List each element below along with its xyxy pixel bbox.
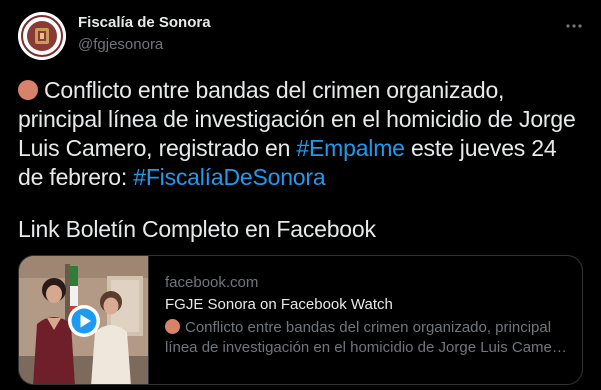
- tweet-text-segment: Conflicto entre bandas del crimen organi…: [44, 77, 505, 103]
- avatar[interactable]: [18, 12, 66, 60]
- link-preview-card[interactable]: facebook.com FGJE Sonora on Facebook Wat…: [18, 255, 583, 385]
- tweet: Fiscalía de Sonora @fgjesonora Conflicto…: [0, 0, 601, 390]
- tweet-text-line-3: Luis Camero, registrado en #Empalme este…: [18, 134, 588, 163]
- status-dot-icon: [18, 80, 38, 100]
- account-handle[interactable]: @fgjesonora: [78, 36, 163, 53]
- play-icon[interactable]: [67, 304, 101, 338]
- card-description: Conflicto entre bandas del crimen organi…: [165, 318, 571, 358]
- tweet-text-segment: Luis Camero, registrado en: [18, 135, 297, 161]
- account-name[interactable]: Fiscalía de Sonora: [78, 14, 211, 31]
- status-dot-icon: [165, 319, 180, 334]
- hashtag-empalme-link[interactable]: #Empalme: [296, 135, 405, 161]
- link-boletin-text: Link Boletín Completo en Facebook: [18, 216, 376, 242]
- tweet-text: Conflicto entre bandas del crimen organi…: [18, 76, 588, 192]
- more-horizontal-icon[interactable]: [560, 12, 588, 40]
- tweet-text-line-2: principal línea de investigación en el h…: [18, 106, 576, 132]
- card-description-line-2: línea de investigación en el homicidio d…: [165, 339, 571, 356]
- tweet-text-line-1: Conflicto entre bandas del crimen organi…: [18, 76, 588, 105]
- hashtag-fiscalia-link[interactable]: #FiscalíaDeSonora: [133, 164, 325, 190]
- card-description-segment: Conflicto entre bandas del crimen organi…: [185, 319, 552, 336]
- fiscalia-seal-icon: [18, 12, 66, 60]
- card-description-line-1: Conflicto entre bandas del crimen organi…: [165, 318, 571, 338]
- tweet-text-segment: este jueves 24: [404, 135, 557, 161]
- video-thumbnail[interactable]: [19, 256, 149, 384]
- tweet-text-line-4: de febrero: #FiscalíaDeSonora: [18, 163, 588, 192]
- card-domain: facebook.com: [165, 274, 259, 291]
- card-title: FGJE Sonora on Facebook Watch: [165, 296, 393, 313]
- tweet-text-segment: de febrero:: [18, 164, 134, 190]
